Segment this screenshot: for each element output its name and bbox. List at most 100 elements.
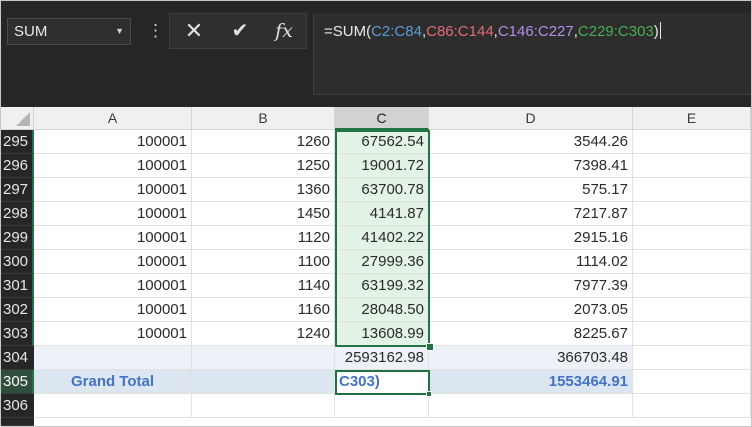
cell-a[interactable]: 100001 bbox=[34, 154, 192, 178]
cell-a[interactable]: 100001 bbox=[34, 202, 192, 226]
cell-b[interactable]: 1360 bbox=[192, 178, 335, 202]
cell-e[interactable] bbox=[633, 370, 751, 394]
row-header[interactable] bbox=[1, 418, 34, 426]
active-fill-handle[interactable] bbox=[426, 391, 432, 397]
formula-bar-area: SUM ▼ ⋮ ✕ ✔ fx =SUM(C2:C84,C86:C144,C146… bbox=[1, 1, 751, 107]
cell-e[interactable] bbox=[633, 394, 751, 418]
grand-total-d[interactable]: 1553464.91 bbox=[429, 370, 633, 394]
table-row: 100001 1140 63199.32 7977.39 bbox=[34, 274, 751, 298]
column-header-d[interactable]: D bbox=[429, 107, 633, 130]
row-header[interactable]: 301 bbox=[1, 274, 34, 298]
cell-e[interactable] bbox=[633, 250, 751, 274]
cell-e[interactable] bbox=[633, 226, 751, 250]
cell-b[interactable]: 1160 bbox=[192, 298, 335, 322]
row-header[interactable]: 306 bbox=[1, 394, 34, 418]
cell-b[interactable]: 1260 bbox=[192, 130, 335, 154]
cell-a[interactable]: 100001 bbox=[34, 178, 192, 202]
row-header[interactable]: 298 bbox=[1, 202, 34, 226]
formula-input[interactable]: =SUM(C2:C84,C86:C144,C146:C227,C229:C303… bbox=[313, 13, 751, 95]
cell-e[interactable] bbox=[633, 322, 751, 346]
row-header[interactable]: 303 bbox=[1, 322, 34, 346]
row-header[interactable]: 297 bbox=[1, 178, 34, 202]
cell-c[interactable]: 41402.22 bbox=[335, 226, 429, 250]
cell-d[interactable]: 2073.05 bbox=[429, 298, 633, 322]
cell-b[interactable]: 1120 bbox=[192, 226, 335, 250]
row-header[interactable]: 295 bbox=[1, 130, 34, 154]
cell-d[interactable]: 575.17 bbox=[429, 178, 633, 202]
row-header[interactable]: 296 bbox=[1, 154, 34, 178]
cell-e[interactable] bbox=[633, 346, 751, 370]
cell-d[interactable]: 1114.02 bbox=[429, 250, 633, 274]
cell-b[interactable]: 1250 bbox=[192, 154, 335, 178]
column-header-c[interactable]: C bbox=[335, 107, 429, 130]
enter-check-icon[interactable]: ✔ bbox=[218, 14, 262, 48]
cell-a[interactable] bbox=[34, 394, 192, 418]
cell-e[interactable] bbox=[633, 154, 751, 178]
cell-a[interactable] bbox=[34, 346, 192, 370]
column-header-b[interactable]: B bbox=[192, 107, 335, 130]
cell-b[interactable] bbox=[192, 394, 335, 418]
cell-e[interactable] bbox=[633, 130, 751, 154]
cell-d[interactable]: 7398.41 bbox=[429, 154, 633, 178]
table-row: 100001 1250 19001.72 7398.41 bbox=[34, 154, 751, 178]
cell-b[interactable] bbox=[192, 370, 335, 394]
excel-window: SUM ▼ ⋮ ✕ ✔ fx =SUM(C2:C84,C86:C144,C146… bbox=[0, 0, 752, 427]
chevron-down-icon[interactable]: ▼ bbox=[115, 19, 124, 44]
cell-b[interactable]: 1450 bbox=[192, 202, 335, 226]
cell-c[interactable]: 67562.54 bbox=[335, 130, 429, 154]
cell-c[interactable]: 13608.99 bbox=[335, 322, 429, 346]
cancel-icon[interactable]: ✕ bbox=[172, 14, 216, 48]
worksheet-grid[interactable]: A B C D E 295 100001 1260 67562.54 3544.… bbox=[1, 107, 751, 426]
table-row: 100001 1160 28048.50 2073.05 bbox=[34, 298, 751, 322]
select-all-button[interactable] bbox=[1, 107, 34, 130]
row-header[interactable]: 299 bbox=[1, 226, 34, 250]
name-box[interactable]: SUM ▼ bbox=[7, 18, 131, 45]
cell-a[interactable]: 100001 bbox=[34, 322, 192, 346]
cell-d[interactable]: 7977.39 bbox=[429, 274, 633, 298]
cell-d[interactable]: 2915.16 bbox=[429, 226, 633, 250]
more-options-icon[interactable]: ⋮ bbox=[147, 18, 164, 45]
fill-handle[interactable] bbox=[426, 343, 434, 351]
cell-c[interactable]: 63700.78 bbox=[335, 178, 429, 202]
cell-b[interactable]: 1240 bbox=[192, 322, 335, 346]
column-header-e[interactable]: E bbox=[633, 107, 751, 130]
cell-c[interactable]: 28048.50 bbox=[335, 298, 429, 322]
row-header[interactable]: 300 bbox=[1, 250, 34, 274]
table-row bbox=[34, 394, 751, 418]
cell-c[interactable]: 63199.32 bbox=[335, 274, 429, 298]
cell-c[interactable] bbox=[335, 394, 429, 418]
active-cell-border bbox=[335, 370, 430, 395]
cell-a[interactable]: 100001 bbox=[34, 250, 192, 274]
table-row: 100001 1450 4141.87 7217.87 bbox=[34, 202, 751, 226]
cell-e[interactable] bbox=[633, 298, 751, 322]
insert-function-icon[interactable]: fx bbox=[262, 14, 306, 48]
cell-d[interactable]: 3544.26 bbox=[429, 130, 633, 154]
row-header[interactable]: 305 bbox=[1, 370, 34, 394]
cell-e[interactable] bbox=[633, 178, 751, 202]
cell-c[interactable]: 2593162.98 bbox=[335, 346, 429, 370]
name-box-value: SUM bbox=[14, 23, 48, 40]
table-row: 100001 1120 41402.22 2915.16 bbox=[34, 226, 751, 250]
cell-a[interactable]: 100001 bbox=[34, 226, 192, 250]
cell-b[interactable] bbox=[192, 346, 335, 370]
cell-d[interactable]: 7217.87 bbox=[429, 202, 633, 226]
row-header[interactable]: 302 bbox=[1, 298, 34, 322]
column-header-a[interactable]: A bbox=[34, 107, 192, 130]
cell-d[interactable]: 8225.67 bbox=[429, 322, 633, 346]
cell-a[interactable]: 100001 bbox=[34, 274, 192, 298]
cell-a[interactable]: 100001 bbox=[34, 298, 192, 322]
cell-b[interactable]: 1100 bbox=[192, 250, 335, 274]
cell-e[interactable] bbox=[633, 274, 751, 298]
row-header[interactable]: 304 bbox=[1, 346, 34, 370]
table-row: 100001 1360 63700.78 575.17 bbox=[34, 178, 751, 202]
cell-b[interactable]: 1140 bbox=[192, 274, 335, 298]
cell-c[interactable]: 27999.36 bbox=[335, 250, 429, 274]
formula-suffix: ) bbox=[653, 23, 659, 40]
cell-a[interactable]: 100001 bbox=[34, 130, 192, 154]
cell-d[interactable]: 366703.48 bbox=[429, 346, 633, 370]
cell-d[interactable] bbox=[429, 394, 633, 418]
cell-c[interactable]: 4141.87 bbox=[335, 202, 429, 226]
cell-e[interactable] bbox=[633, 202, 751, 226]
cell-c[interactable]: 19001.72 bbox=[335, 154, 429, 178]
grand-total-label[interactable]: Grand Total bbox=[34, 370, 192, 394]
